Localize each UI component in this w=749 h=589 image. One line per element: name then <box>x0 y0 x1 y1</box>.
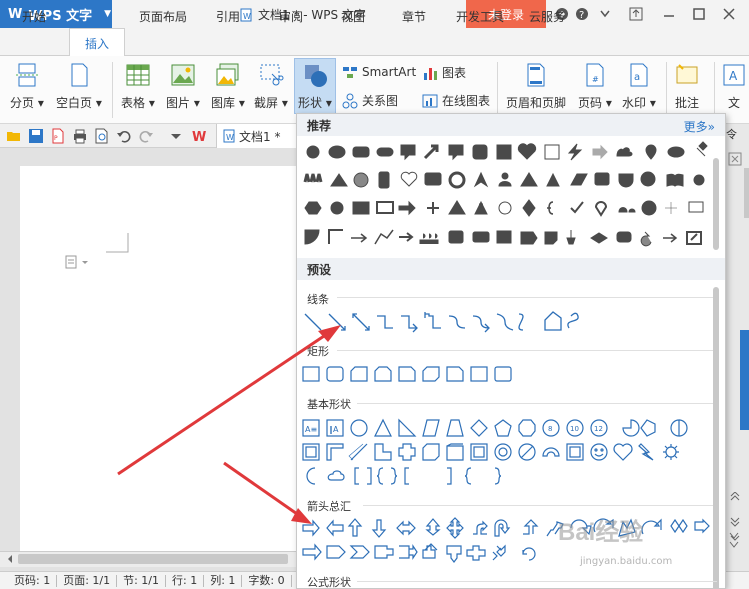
annotation-arrow-lines <box>117 330 331 476</box>
watermark-brand: Bai经验 <box>558 519 644 546</box>
annotation-arrow-arrows <box>223 461 301 518</box>
red-annotation-arrows <box>117 325 341 524</box>
watermark-url: jingyan.baidu.com <box>580 556 673 567</box>
